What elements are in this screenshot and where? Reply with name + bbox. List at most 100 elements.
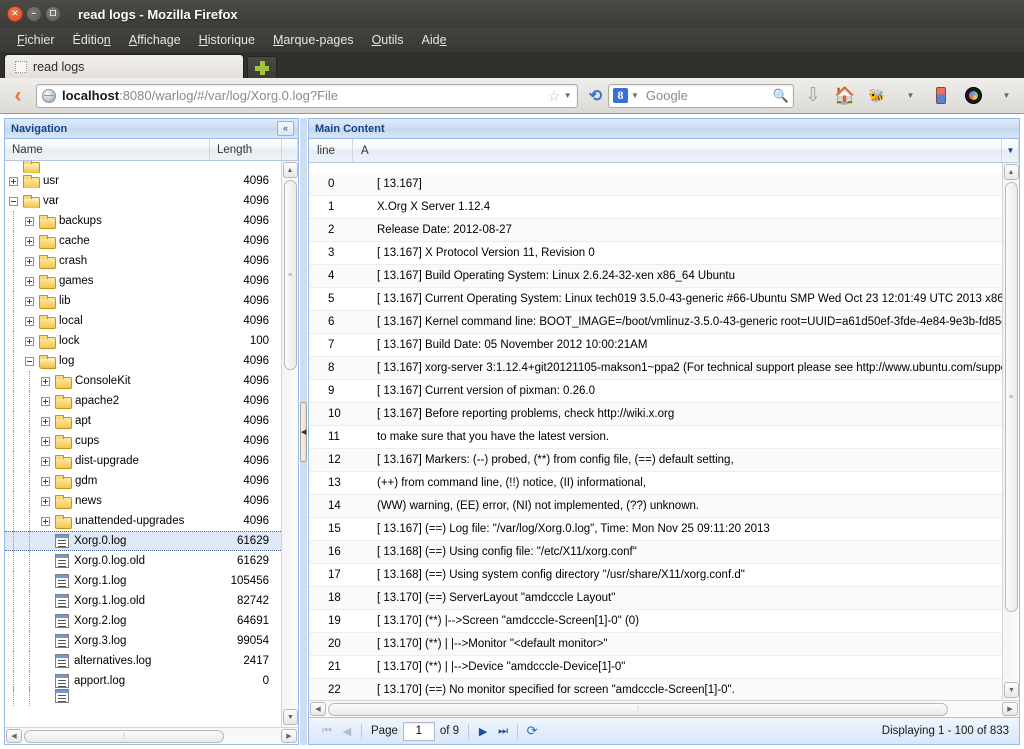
log-row[interactable]: 22 [ 13.170] (==) No monitor specified fo… [309, 679, 1002, 700]
url-bar[interactable]: localhost:8080/warlog/#/var/log/Xorg.0.l… [36, 83, 578, 108]
tree-row[interactable]: Xorg.3.log 99054 [5, 631, 281, 651]
splitter-collapse-handle[interactable]: ◀ [300, 401, 307, 462]
expand-icon[interactable] [40, 436, 50, 446]
log-row[interactable]: 8 [ 13.167] xorg-server 3:1.12.4+git20121… [309, 357, 1002, 380]
first-page-button[interactable]: ⏮ [317, 721, 337, 741]
log-row[interactable]: 20 [ 13.170] (**) | |-->Monitor "<default… [309, 633, 1002, 656]
tree-expand-toggle[interactable] [21, 256, 37, 266]
log-row[interactable]: 7 [ 13.167] Build Date: 05 November 2012 … [309, 334, 1002, 357]
tree-row[interactable]: Xorg.1.log 105456 [5, 571, 281, 591]
log-row[interactable]: 15 [ 13.167] (==) Log file: "/var/log/Xor… [309, 518, 1002, 541]
tree-row[interactable]: Xorg.0.log.old 61629 [5, 551, 281, 571]
minimize-button[interactable]: – [26, 6, 42, 22]
tree-expand-toggle[interactable] [21, 356, 37, 366]
tree-row[interactable]: news 4096 [5, 491, 281, 511]
tree-column-length[interactable]: Length [210, 139, 282, 160]
tree-row[interactable]: Xorg.2.log 64691 [5, 611, 281, 631]
tree-row[interactable]: Xorg.1.log.old 82742 [5, 591, 281, 611]
tree-row[interactable]: dist-upgrade 4096 [5, 451, 281, 471]
tree-scroll-thumb[interactable]: ≡ [283, 180, 297, 370]
chevron-down-icon[interactable]: ▼ [564, 91, 572, 100]
log-row[interactable]: 10 [ 13.167] Before reporting problems, c… [309, 403, 1002, 426]
addon-pill-button[interactable] [928, 83, 954, 109]
page-number-input[interactable]: 1 [402, 721, 435, 741]
log-row[interactable]: 14 (WW) warning, (EE) error, (NI) not imp… [309, 495, 1002, 518]
log-row[interactable]: 13 (++) from command line, (!!) notice, (… [309, 472, 1002, 495]
search-input[interactable]: Google [646, 88, 773, 103]
log-row[interactable]: 19 [ 13.170] (**) |-->Screen "amdcccle-Sc… [309, 610, 1002, 633]
addon-chevron-button[interactable]: ▼ [896, 83, 922, 109]
tree-expand-toggle[interactable] [5, 196, 21, 206]
tree-row[interactable]: lock 100 [5, 331, 281, 351]
tree-row[interactable]: apt 4096 [5, 411, 281, 431]
tree-expand-toggle[interactable] [21, 296, 37, 306]
last-page-button[interactable]: ⏭ [493, 721, 513, 741]
log-row[interactable]: 12 [ 13.167] Markers: (--) probed, (**) f… [309, 449, 1002, 472]
log-row[interactable]: 21 [ 13.170] (**) | |-->Device "amdcccle-… [309, 656, 1002, 679]
tree-expand-toggle[interactable] [37, 456, 53, 466]
tree-row[interactable]: ConsoleKit 4096 [5, 371, 281, 391]
expand-icon[interactable] [8, 176, 18, 186]
grid-scroll-up-button[interactable]: ▲ [1003, 164, 1019, 180]
search-bar[interactable]: 8 ▼ Google 🔍 [608, 83, 794, 108]
log-row[interactable]: 17 [ 13.168] (==) Using system config dir… [309, 564, 1002, 587]
tree-row[interactable] [5, 161, 281, 173]
refresh-button[interactable]: ⟳ [522, 721, 542, 741]
grid-hscroll-thumb[interactable]: ⋮ [328, 702, 948, 716]
expand-icon[interactable] [24, 236, 34, 246]
log-row[interactable]: 1 X.Org X Server 1.12.4 [309, 196, 1002, 219]
next-page-button[interactable]: ▶ [473, 721, 493, 741]
tree-scroll-down-button[interactable]: ▼ [283, 709, 298, 725]
prev-page-button[interactable]: ◀ [337, 721, 357, 741]
log-row[interactable]: 11 to make sure that you have the latest … [309, 426, 1002, 449]
tree-row[interactable]: alternatives.log 2417 [5, 651, 281, 671]
tree-row[interactable]: var 4096 [5, 191, 281, 211]
tree-scroll-up-button[interactable]: ▲ [282, 162, 298, 178]
tree-row[interactable]: cache 4096 [5, 231, 281, 251]
tree-expand-toggle[interactable] [21, 336, 37, 346]
tree-row[interactable]: log 4096 [5, 351, 281, 371]
grid-scroll-right-button[interactable]: ▶ [1002, 702, 1018, 716]
tree-vertical-scrollbar[interactable]: ▲ ≡ ▼ [281, 161, 298, 727]
tree-row[interactable]: usr 4096 [5, 171, 281, 191]
maximize-button[interactable]: ☐ [45, 6, 61, 22]
home-button[interactable]: 🏠 [832, 83, 858, 109]
close-button[interactable]: ✕ [7, 6, 23, 22]
tree-row[interactable]: crash 4096 [5, 251, 281, 271]
grid-scroll-down-button[interactable]: ▼ [1004, 682, 1019, 698]
back-button[interactable]: ‹ [6, 84, 30, 108]
menu-item-marque-pages[interactable]: Marque-pages [264, 31, 363, 49]
menu-item-affichage[interactable]: Affichage [120, 31, 190, 49]
expand-icon[interactable] [40, 476, 50, 486]
addon-circle-button[interactable] [960, 83, 986, 109]
tree-row[interactable]: unattended-upgrades 4096 [5, 511, 281, 531]
menu-item-outils[interactable]: Outils [363, 31, 413, 49]
grid-scroll-thumb[interactable]: ≡ [1004, 182, 1018, 612]
log-row[interactable]: 2 Release Date: 2012-08-27 [309, 219, 1002, 242]
collapse-navigation-button[interactable]: « [277, 121, 294, 136]
tree-expand-toggle[interactable] [5, 176, 21, 186]
downloads-button[interactable]: ⇩ [800, 83, 826, 109]
tree-row[interactable]: backups 4096 [5, 211, 281, 231]
tree-expand-toggle[interactable] [37, 436, 53, 446]
grid-vertical-scrollbar[interactable]: ▲ ≡ ▼ [1002, 163, 1019, 700]
menu-item-edition[interactable]: Édition [64, 31, 120, 49]
bookmark-star-icon[interactable]: ☆ [547, 87, 560, 105]
tree-expand-toggle[interactable] [21, 276, 37, 286]
tree-scroll-left-button[interactable]: ◀ [6, 729, 22, 743]
menu-item-aide[interactable]: Aide [413, 31, 456, 49]
tree-horizontal-scrollbar[interactable]: ◀ ⋮ ▶ [5, 727, 298, 744]
new-tab-button[interactable] [247, 56, 277, 78]
expand-icon[interactable] [40, 396, 50, 406]
expand-icon[interactable] [24, 216, 34, 226]
expand-icon[interactable] [40, 376, 50, 386]
grid-column-line[interactable]: line [309, 139, 353, 162]
log-row[interactable]: 16 [ 13.168] (==) Using config file: "/et… [309, 541, 1002, 564]
menu-item-fichier[interactable]: Fichier [8, 31, 64, 49]
search-engine-chevron-icon[interactable]: ▼ [631, 91, 639, 100]
tree-row[interactable]: Xorg.0.log 61629 [5, 531, 281, 551]
grid-scroll-left-button[interactable]: ◀ [310, 702, 326, 716]
tree-row[interactable]: cups 4096 [5, 431, 281, 451]
addon-bug-button[interactable]: 🐝 [864, 83, 890, 109]
tree-row[interactable] [5, 686, 281, 706]
